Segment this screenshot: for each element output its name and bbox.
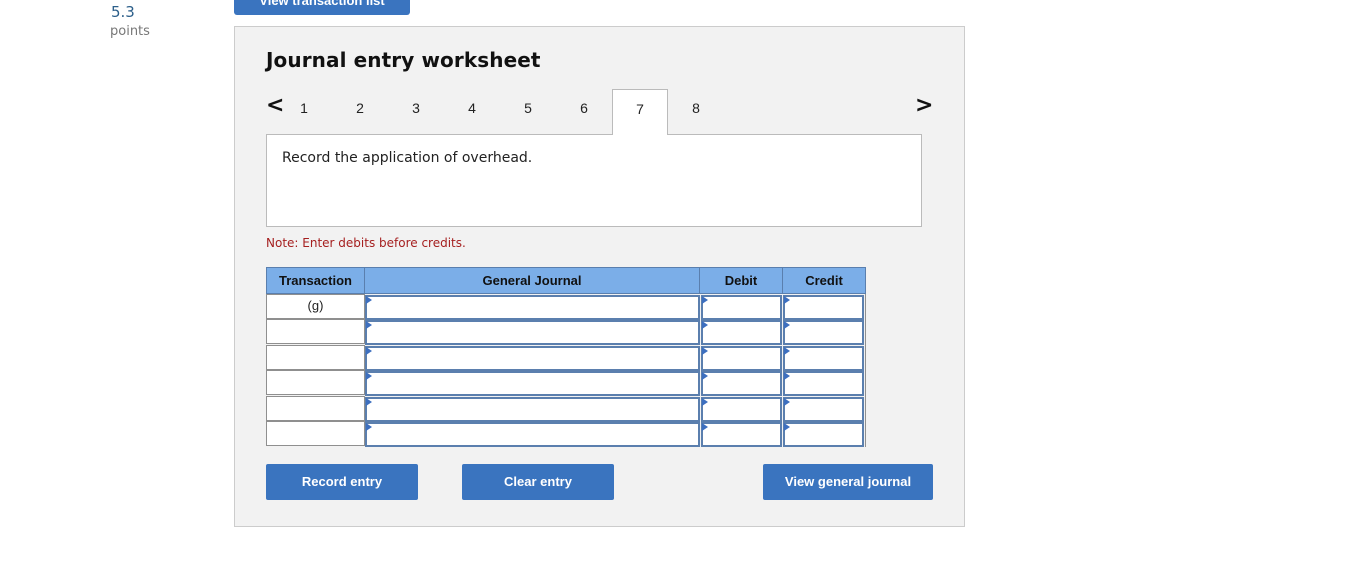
points-value: 5.3 [111, 3, 135, 21]
chevron-right-icon[interactable]: > [915, 93, 933, 119]
account-input[interactable] [365, 397, 700, 422]
note-text: Note: Enter debits before credits. [266, 236, 466, 250]
account-input[interactable] [365, 346, 700, 371]
credit-input[interactable] [783, 397, 864, 422]
prompt-text: Record the application of overhead. [282, 150, 533, 166]
tab-8[interactable]: 8 [668, 89, 724, 135]
transaction-cell: (g) [266, 294, 365, 319]
debit-input[interactable] [701, 346, 782, 371]
account-input[interactable] [365, 295, 700, 320]
tab-5[interactable]: 5 [500, 89, 556, 135]
header-general-journal: General Journal [364, 267, 700, 294]
account-input[interactable] [365, 371, 700, 396]
view-transaction-list-button[interactable]: View transaction list [234, 0, 410, 15]
account-input[interactable] [365, 320, 700, 345]
credit-input[interactable] [783, 422, 864, 447]
view-general-journal-button[interactable]: View general journal [763, 464, 933, 500]
tab-3[interactable]: 3 [388, 89, 444, 135]
account-input[interactable] [365, 422, 700, 447]
debit-input[interactable] [701, 295, 782, 320]
tab-6[interactable]: 6 [556, 89, 612, 135]
header-credit: Credit [782, 267, 866, 294]
record-entry-button[interactable]: Record entry [266, 464, 418, 500]
debit-input[interactable] [701, 371, 782, 396]
clear-entry-button[interactable]: Clear entry [462, 464, 614, 500]
transaction-cell [266, 396, 365, 421]
tab-2[interactable]: 2 [332, 89, 388, 135]
journal-entry-worksheet: Journal entry worksheet < 1 2 3 4 5 6 7 … [234, 26, 965, 527]
page-title: Journal entry worksheet [266, 48, 541, 72]
debit-input[interactable] [701, 422, 782, 447]
transaction-cell [266, 421, 365, 446]
transaction-cell [266, 370, 365, 395]
transaction-cell [266, 319, 365, 344]
tab-4[interactable]: 4 [444, 89, 500, 135]
entry-pager: < 1 2 3 4 5 6 7 8 > [266, 89, 933, 135]
credit-input[interactable] [783, 371, 864, 396]
debit-input[interactable] [701, 320, 782, 345]
debit-input[interactable] [701, 397, 782, 422]
tab-7[interactable]: 7 [612, 89, 668, 135]
credit-input[interactable] [783, 346, 864, 371]
table-right-border [865, 294, 866, 447]
points-label: points [110, 24, 150, 39]
prompt-box: Record the application of overhead. [266, 134, 922, 227]
credit-input[interactable] [783, 320, 864, 345]
transaction-cell [266, 345, 365, 370]
header-debit: Debit [699, 267, 783, 294]
page: 5.3 points View transaction list Journal… [0, 0, 1361, 562]
header-transaction: Transaction [266, 267, 365, 294]
credit-input[interactable] [783, 295, 864, 320]
tab-1[interactable]: 1 [276, 89, 332, 135]
